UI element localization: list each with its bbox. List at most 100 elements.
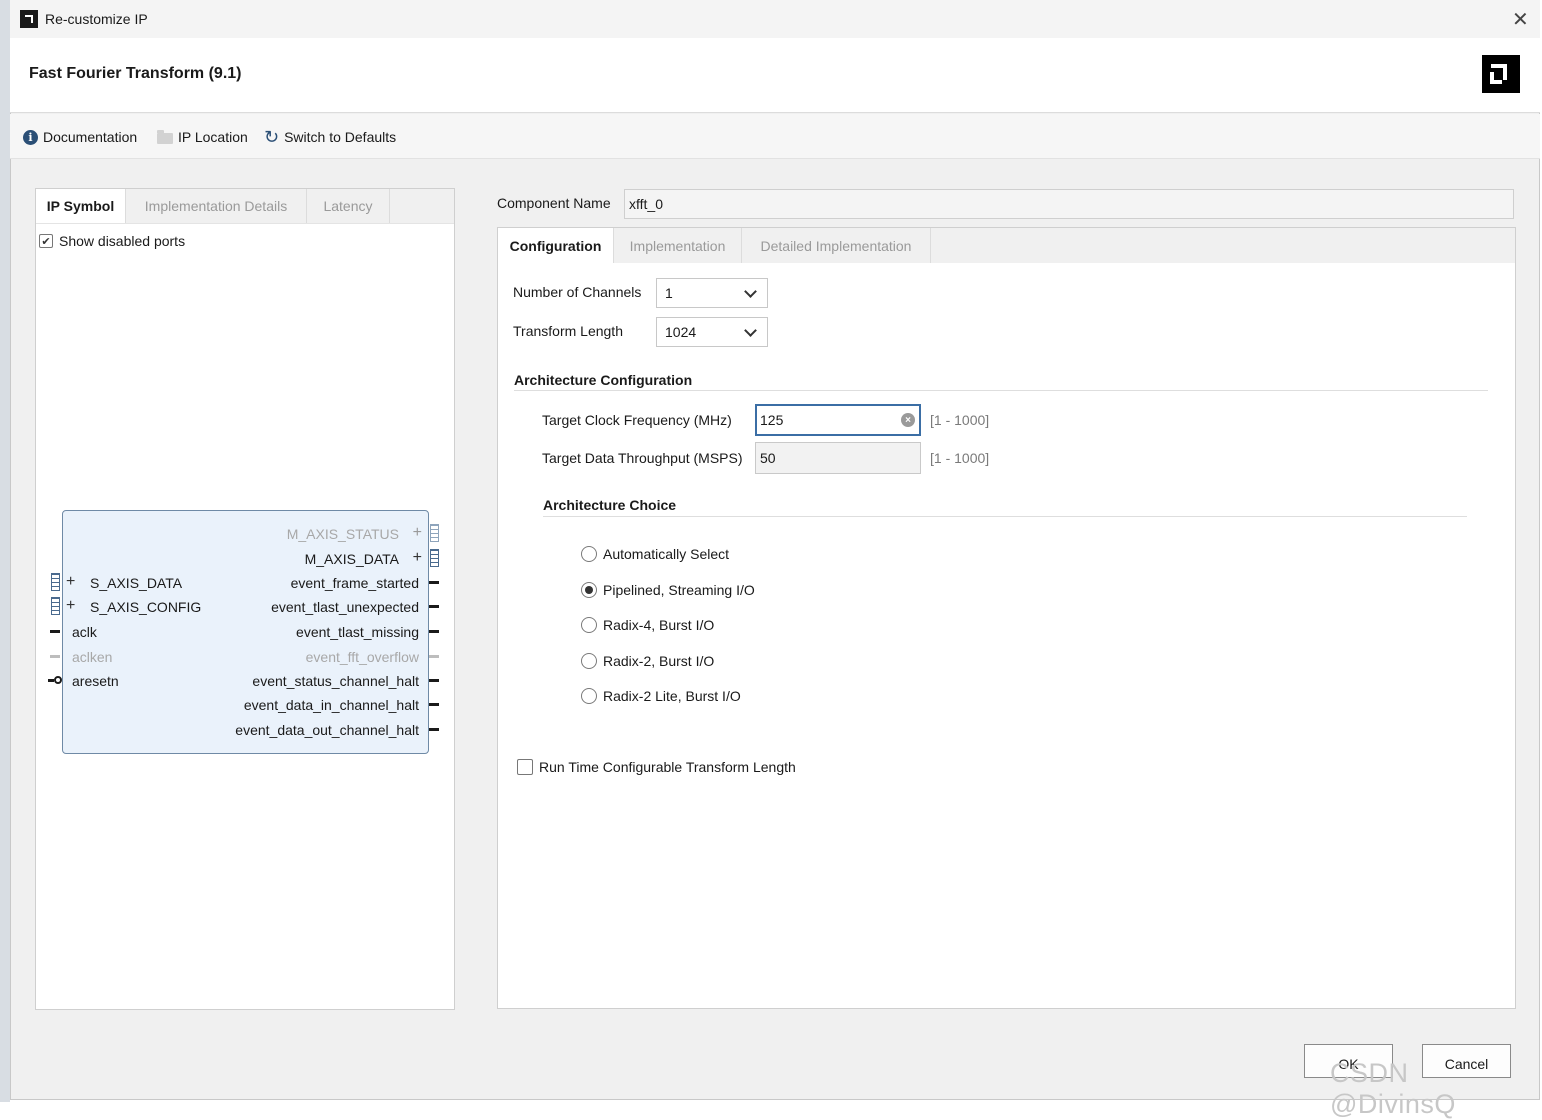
component-name-input[interactable]: xfft_0 xyxy=(624,189,1514,219)
title-bar xyxy=(10,0,1540,38)
tab-implementation-details[interactable]: Implementation Details xyxy=(126,189,307,223)
target-clock-frequency-input[interactable]: 125 xyxy=(755,404,921,436)
transform-length-label: Transform Length xyxy=(513,323,623,339)
radio-label: Radix-2 Lite, Burst I/O xyxy=(603,688,741,704)
port-aclk: aclk xyxy=(72,624,97,640)
tab-latency[interactable]: Latency xyxy=(307,189,390,223)
right-tab-bar: Configuration Implementation Detailed Im… xyxy=(498,228,1515,263)
architecture-choice-heading: Architecture Choice xyxy=(543,497,677,513)
left-tab-bar: IP Symbol Implementation Details Latency xyxy=(36,189,454,224)
number-of-channels-value: 1 xyxy=(665,285,673,301)
number-of-channels-select[interactable]: 1 xyxy=(656,278,768,308)
radio-label: Radix-2, Burst I/O xyxy=(603,653,715,669)
ip-location-button[interactable]: IP Location xyxy=(157,127,248,147)
tab-configuration[interactable]: Configuration xyxy=(498,228,614,263)
radio-button[interactable] xyxy=(581,617,597,633)
run-time-configurable-transform-length-toggle[interactable]: Run Time Configurable Transform Length xyxy=(517,759,796,775)
watermark: CSDN @DivinsQ xyxy=(1330,1058,1456,1119)
s-axis-data-bus-pin xyxy=(51,573,60,591)
port-event-status-channel-halt: event_status_channel_halt xyxy=(252,673,419,689)
event-data-in-channel-halt-pin xyxy=(429,703,439,706)
run-time-configurable-checkbox[interactable] xyxy=(517,759,533,775)
m-axis-status-bus-pin xyxy=(430,524,439,542)
divider xyxy=(514,390,1488,391)
folder-icon xyxy=(157,129,173,144)
radio-radix2-lite-burst-io[interactable]: Radix-2 Lite, Burst I/O xyxy=(581,688,741,704)
event-tlast-missing-pin xyxy=(429,630,439,633)
aclk-pin xyxy=(50,630,60,633)
radio-radix2-burst-io[interactable]: Radix-2, Burst I/O xyxy=(581,653,714,669)
chevron-down-icon xyxy=(744,284,757,298)
radio-button[interactable] xyxy=(581,653,597,669)
target-data-throughput-label: Target Data Throughput (MSPS) xyxy=(542,450,743,466)
port-event-data-out-channel-halt: event_data_out_channel_halt xyxy=(235,722,419,738)
expand-s-axis-data-icon[interactable]: + xyxy=(66,574,75,590)
radio-pipelined-streaming-io[interactable]: Pipelined, Streaming I/O xyxy=(581,582,755,598)
radio-label: Radix-4, Burst I/O xyxy=(603,617,715,633)
radio-automatically-select[interactable]: Automatically Select xyxy=(581,546,729,562)
switch-to-defaults-label: Switch to Defaults xyxy=(284,129,397,145)
radio-label: Pipelined, Streaming I/O xyxy=(603,582,755,598)
m-axis-data-bus-pin xyxy=(430,549,439,567)
clear-input-icon[interactable]: × xyxy=(901,413,915,427)
event-fft-overflow-pin xyxy=(429,655,439,658)
radio-label: Automatically Select xyxy=(603,546,730,562)
expand-m-axis-data-icon[interactable]: + xyxy=(413,550,422,566)
aresetn-inversion-bubble xyxy=(54,676,62,684)
amd-logo-icon xyxy=(1482,55,1520,93)
refresh-icon: ↻ xyxy=(264,127,280,147)
port-s-axis-data: S_AXIS_DATA xyxy=(90,575,183,591)
port-s-axis-config: S_AXIS_CONFIG xyxy=(90,599,202,615)
port-aresetn: aresetn xyxy=(72,673,119,689)
port-m-axis-status: M_AXIS_STATUS xyxy=(286,526,399,542)
port-event-tlast-unexpected: event_tlast_unexpected xyxy=(271,599,419,615)
port-event-data-in-channel-halt: event_data_in_channel_halt xyxy=(243,697,419,713)
ip-title: Fast Fourier Transform (9.1) xyxy=(29,65,242,82)
chevron-down-icon xyxy=(744,323,757,337)
number-of-channels-label: Number of Channels xyxy=(513,284,642,300)
port-event-frame-started: event_frame_started xyxy=(290,575,419,591)
target-clock-frequency-label: Target Clock Frequency (MHz) xyxy=(542,412,732,428)
port-event-tlast-missing: event_tlast_missing xyxy=(296,624,419,640)
event-tlast-unexpected-pin xyxy=(429,605,439,608)
expand-m-axis-status-icon[interactable]: + xyxy=(413,525,422,541)
port-m-axis-data: M_AXIS_DATA xyxy=(304,551,399,567)
show-disabled-ports-toggle[interactable]: ✔ Show disabled ports xyxy=(39,233,185,249)
tab-detailed-implementation[interactable]: Detailed Implementation xyxy=(742,228,931,263)
show-disabled-ports-checkbox[interactable]: ✔ xyxy=(39,234,53,248)
close-icon[interactable]: ✕ xyxy=(1512,7,1529,32)
background-window-edge xyxy=(0,0,10,1102)
documentation-button[interactable]: i Documentation xyxy=(23,127,137,147)
s-axis-config-bus-pin xyxy=(51,597,60,615)
transform-length-select[interactable]: 1024 xyxy=(656,317,768,347)
transform-length-value: 1024 xyxy=(665,324,697,340)
expand-s-axis-config-icon[interactable]: + xyxy=(66,598,75,614)
radio-button[interactable] xyxy=(581,546,597,562)
target-clock-frequency-value: 125 xyxy=(760,412,784,428)
switch-to-defaults-button[interactable]: ↻ Switch to Defaults xyxy=(264,127,396,147)
radio-button[interactable] xyxy=(581,688,597,704)
app-logo-icon xyxy=(20,10,38,28)
radio-button-selected[interactable] xyxy=(581,582,597,598)
aclken-pin xyxy=(50,655,60,658)
port-aclken: aclken xyxy=(72,649,113,665)
ip-location-label: IP Location xyxy=(178,129,248,145)
tab-ip-symbol[interactable]: IP Symbol xyxy=(36,189,126,223)
component-name-label: Component Name xyxy=(497,195,611,211)
target-clock-frequency-range: [1 - 1000] xyxy=(930,412,990,428)
target-data-throughput-input[interactable]: 50 xyxy=(755,442,921,474)
show-disabled-ports-label: Show disabled ports xyxy=(59,233,186,249)
architecture-configuration-heading: Architecture Configuration xyxy=(514,372,693,388)
event-frame-started-pin xyxy=(429,581,439,584)
tab-implementation[interactable]: Implementation xyxy=(614,228,742,263)
window-title: Re-customize IP xyxy=(45,11,148,27)
event-data-out-channel-halt-pin xyxy=(429,728,439,731)
run-time-configurable-label: Run Time Configurable Transform Length xyxy=(539,759,796,775)
divider xyxy=(543,516,1467,517)
ip-symbol-block: + S_AXIS_DATA + S_AXIS_CONFIG aclk aclke… xyxy=(62,510,429,754)
info-icon: i xyxy=(23,129,38,145)
port-event-fft-overflow: event_fft_overflow xyxy=(305,649,419,665)
documentation-label: Documentation xyxy=(43,129,138,145)
target-data-throughput-range: [1 - 1000] xyxy=(930,450,990,466)
radio-radix4-burst-io[interactable]: Radix-4, Burst I/O xyxy=(581,617,714,633)
